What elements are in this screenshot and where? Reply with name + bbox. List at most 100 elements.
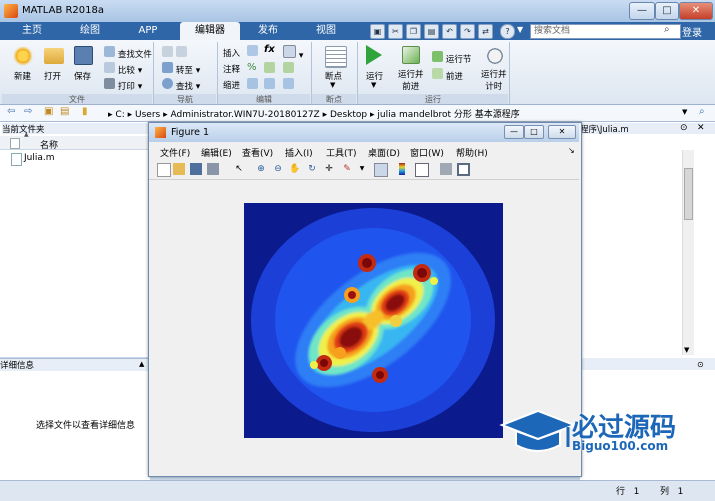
insert-icon[interactable] (247, 45, 258, 59)
open-icon[interactable] (44, 48, 64, 64)
save-icon[interactable]: ▣ (370, 24, 385, 39)
cell-icon[interactable]: ▾ (283, 45, 303, 61)
chevron-up-icon[interactable]: ▲ (139, 360, 144, 368)
minimize-button[interactable]: — (629, 2, 655, 20)
print-icon[interactable] (207, 163, 219, 175)
smart-indent-icon[interactable] (247, 78, 258, 92)
open-icon[interactable] (173, 163, 185, 175)
menu-desktop[interactable]: 桌面(D) (368, 146, 400, 159)
panel-menu-icon[interactable]: ⊙ (680, 123, 688, 133)
menu-view[interactable]: 查看(V) (242, 146, 273, 159)
copy-icon[interactable]: ❐ (406, 24, 421, 39)
uncomment-icon[interactable] (283, 62, 294, 76)
insert-button[interactable]: 插入 (223, 47, 240, 59)
scrollbar-thumb[interactable] (684, 168, 693, 220)
menu-window[interactable]: 窗口(W) (410, 146, 444, 159)
comment-button[interactable]: 注释 (223, 63, 240, 75)
chevron-down-icon[interactable]: ▼ (682, 108, 687, 116)
menu-edit[interactable]: 编辑(E) (201, 146, 232, 159)
panel-menu-icon[interactable]: ⊙ (697, 360, 704, 369)
redo-icon[interactable]: ↷ (460, 24, 475, 39)
menu-help[interactable]: 帮助(H) (456, 146, 488, 159)
menu-insert[interactable]: 插入(I) (285, 146, 313, 159)
breadcrumb[interactable]: ▸ C: ▸ Users ▸ Administrator.WIN7U-20180… (108, 107, 520, 120)
save-icon[interactable] (190, 163, 202, 175)
brush-icon[interactable]: ✎ (341, 163, 353, 175)
save-button[interactable]: 保存 (74, 70, 91, 82)
chevron-down-icon[interactable]: ▼ (684, 346, 689, 354)
tab-plots[interactable]: 绘图 (70, 22, 110, 40)
tab-home[interactable]: 主页 (12, 22, 52, 40)
figure-close-button[interactable]: ✕ (548, 125, 576, 139)
figure-minimize-button[interactable]: — (504, 125, 524, 139)
fx-button[interactable]: fx (264, 44, 275, 55)
close-panel-icon[interactable]: ✕ (697, 123, 705, 133)
hide-plot-tools-icon[interactable] (440, 163, 452, 175)
new-figure-icon[interactable] (157, 163, 171, 177)
list-item[interactable]: Julia.m (24, 153, 55, 163)
path-segment[interactable]: julia mandelbrot 分形 基本源程序 (377, 110, 519, 120)
chevron-down-icon[interactable]: ▼ (517, 25, 523, 34)
run-and-advance-icon[interactable] (402, 46, 420, 64)
search-icon[interactable]: ⌕ (664, 24, 670, 35)
dock-arrow-icon[interactable]: ↘ (568, 146, 575, 155)
zoom-in-icon[interactable]: ⊕ (255, 163, 267, 175)
back-icon[interactable]: ⇦ (7, 106, 15, 117)
cut-icon[interactable]: ✂ (388, 24, 403, 39)
maximize-button[interactable]: □ (655, 2, 679, 20)
nav-arrows[interactable] (162, 46, 187, 60)
path-segment[interactable]: Administrator.WIN7U-20180127Z (171, 110, 320, 120)
colorbar-icon[interactable] (399, 163, 405, 175)
legend-icon[interactable] (415, 163, 429, 177)
chevron-down-icon[interactable]: ▼ (330, 81, 335, 89)
tab-apps[interactable]: APP (128, 22, 168, 40)
browse-folder-icon[interactable]: ▤ (60, 106, 69, 117)
search-folder-icon[interactable]: ⌕ (699, 106, 705, 117)
new-button[interactable]: 新建 (14, 70, 31, 82)
goto-button[interactable]: 转至 ▾ (162, 62, 200, 76)
compare-button[interactable]: 比较 ▾ (104, 62, 142, 76)
menu-file[interactable]: 文件(F) (160, 146, 190, 159)
help-icon[interactable]: ? (500, 24, 515, 39)
switch-icon[interactable]: ⇄ (478, 24, 493, 39)
print-button[interactable]: 打印 ▾ (104, 78, 142, 92)
menu-tools[interactable]: 工具(T) (326, 146, 357, 159)
path-segment[interactable]: C: (115, 110, 124, 120)
indent-button[interactable]: 缩进 (223, 79, 240, 91)
column-name[interactable]: 名称 (40, 138, 58, 151)
find-files-button[interactable]: 查找文件 (104, 46, 152, 60)
path-segment[interactable]: Desktop (330, 110, 367, 120)
breakpoints-icon[interactable] (325, 46, 347, 68)
close-button[interactable]: ✕ (679, 2, 713, 20)
wrap-icon[interactable] (264, 62, 275, 76)
rotate-icon[interactable]: ↻ (306, 163, 318, 175)
percent-icon[interactable]: % (247, 62, 257, 73)
forward-icon[interactable]: ⇨ (24, 106, 32, 117)
run-icon[interactable] (366, 45, 382, 65)
chevron-down-icon[interactable]: ▼ (356, 163, 368, 175)
chevron-down-icon[interactable]: ▼ (371, 81, 376, 89)
advance-button[interactable]: 前进 (432, 68, 463, 82)
new-icon[interactable] (13, 46, 33, 66)
run-and-time-icon[interactable] (485, 46, 505, 66)
outdent-icon[interactable] (283, 78, 294, 92)
zoom-out-icon[interactable]: ⊖ (272, 163, 284, 175)
find-button[interactable]: 查找 ▾ (162, 78, 200, 92)
path-segment[interactable]: Users (135, 110, 160, 120)
paste-icon[interactable]: ▤ (424, 24, 439, 39)
search-input[interactable]: 搜索文档 (530, 24, 681, 39)
open-button[interactable]: 打开 (44, 70, 61, 82)
pan-icon[interactable]: ✋ (289, 163, 301, 175)
save-file-icon[interactable] (74, 46, 93, 65)
link-icon[interactable] (374, 163, 388, 177)
show-plot-tools-icon[interactable] (457, 163, 470, 176)
tab-editor[interactable]: 编辑器 (180, 22, 240, 40)
run-and-time-button[interactable]: 运行并 计时 (481, 68, 507, 92)
pointer-icon[interactable]: ↖ (233, 163, 245, 175)
login-link[interactable]: 登录 (682, 24, 702, 39)
tab-view[interactable]: 视图 (306, 22, 346, 40)
tab-publish[interactable]: 发布 (248, 22, 288, 40)
indent-icon[interactable] (264, 78, 275, 92)
run-section-button[interactable]: 运行节 (432, 51, 471, 65)
run-and-advance-button[interactable]: 运行并 前进 (398, 68, 424, 92)
